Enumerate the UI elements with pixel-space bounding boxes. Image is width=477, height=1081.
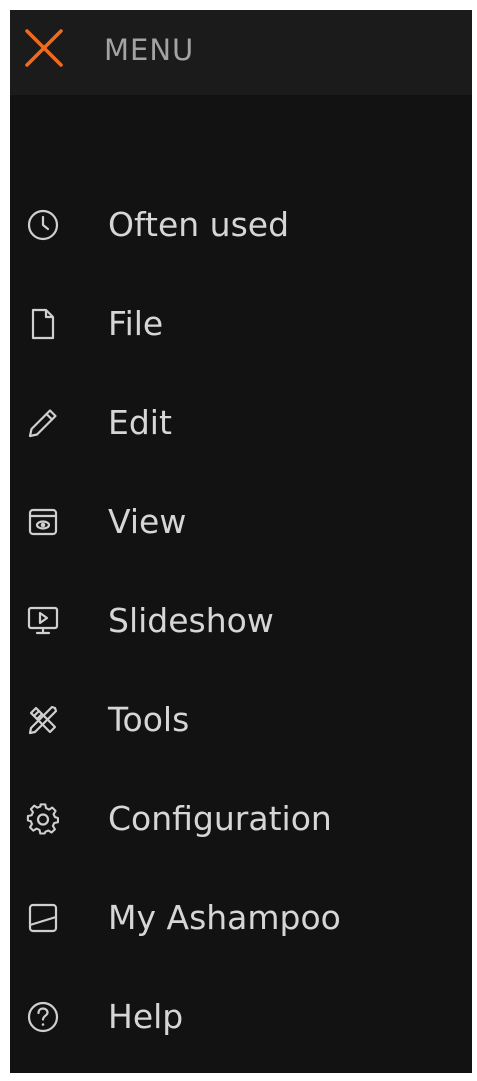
menu-item-my-ashampoo[interactable]: My Ashampoo [10, 881, 472, 980]
menu-list: Often used File Edit View Slideshow Tool… [10, 188, 472, 1073]
menu-item-label: My Ashampoo [108, 898, 341, 937]
gear-icon [26, 802, 60, 836]
menu-item-label: View [108, 502, 187, 541]
menu-header: MENU [10, 10, 472, 95]
view-icon [26, 505, 60, 539]
menu-item-label: Tools [108, 700, 190, 739]
menu-item-help[interactable]: Help [10, 980, 472, 1073]
menu-item-edit[interactable]: Edit [10, 386, 472, 485]
tools-icon [26, 703, 60, 737]
menu-item-view[interactable]: View [10, 485, 472, 584]
pencil-icon [26, 406, 60, 440]
help-icon [26, 1000, 60, 1034]
close-icon[interactable] [22, 26, 66, 70]
menu-panel: MENU Often used File Edit View Slideshow… [10, 10, 472, 1073]
menu-item-label: Help [108, 997, 184, 1036]
menu-title: MENU [104, 33, 195, 67]
menu-item-label: Slideshow [108, 601, 274, 640]
menu-item-label: Configuration [108, 799, 332, 838]
file-icon [26, 307, 60, 341]
menu-item-slideshow[interactable]: Slideshow [10, 584, 472, 683]
menu-item-label: Often used [108, 205, 290, 244]
menu-item-configuration[interactable]: Configuration [10, 782, 472, 881]
ashampoo-icon [26, 901, 60, 935]
menu-item-often-used[interactable]: Often used [10, 188, 472, 287]
menu-item-label: File [108, 304, 164, 343]
menu-item-file[interactable]: File [10, 287, 472, 386]
menu-item-label: Edit [108, 403, 172, 442]
close-button[interactable] [22, 26, 66, 70]
slideshow-icon [26, 604, 60, 638]
clock-icon [26, 208, 60, 242]
menu-item-tools[interactable]: Tools [10, 683, 472, 782]
